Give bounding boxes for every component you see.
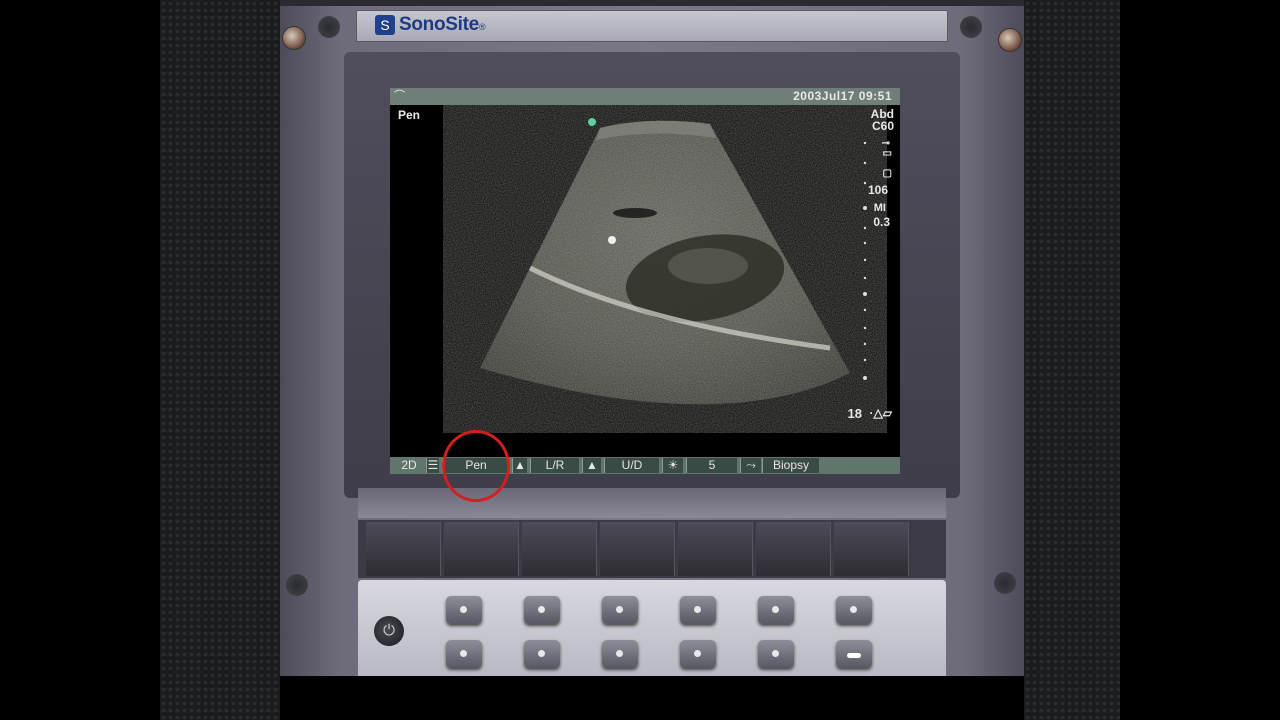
softkey-slot[interactable]	[756, 522, 831, 576]
background-left	[160, 0, 280, 720]
highlight-circle	[442, 430, 510, 502]
background-right	[1024, 0, 1120, 720]
control-key[interactable]	[680, 596, 716, 624]
control-key[interactable]	[758, 596, 794, 624]
softkey-panel	[358, 520, 946, 578]
brand-bar: S SonoSite®	[356, 10, 948, 42]
menu-icon[interactable]: ☰	[426, 458, 439, 473]
ultrasound-image	[480, 118, 867, 405]
probe-icon: ⌒	[394, 90, 405, 102]
control-key[interactable]	[524, 596, 560, 624]
control-key[interactable]	[680, 640, 716, 668]
softkey-brightness[interactable]: 5	[686, 458, 737, 473]
softkey-slot[interactable]	[834, 522, 909, 576]
softkey-slot[interactable]	[444, 522, 519, 576]
control-keypad: ⏻	[358, 580, 946, 676]
control-key[interactable]	[836, 640, 872, 668]
screw-hole-icon	[994, 572, 1016, 594]
screw-hole-icon	[286, 574, 308, 596]
screw-hole-icon	[318, 16, 340, 38]
renal-sinus	[668, 248, 748, 284]
device-top-edge	[280, 0, 1024, 6]
control-key[interactable]	[836, 596, 872, 624]
brightness-icon: ☀	[662, 458, 683, 473]
mode-label: Pen	[398, 108, 421, 122]
sonosite-logo-icon: S	[375, 15, 395, 35]
depth-value: 18	[847, 406, 862, 421]
screw-icon	[998, 28, 1022, 52]
screw-icon	[282, 26, 306, 50]
frame-value: 106	[867, 183, 888, 197]
softkey-ud[interactable]: U/D	[604, 458, 659, 473]
flip-icon: ▲	[512, 458, 527, 473]
control-key[interactable]	[446, 640, 482, 668]
control-key[interactable]	[524, 640, 560, 668]
control-key[interactable]	[446, 596, 482, 624]
power-button[interactable]: ⏻	[374, 616, 404, 646]
control-key[interactable]	[602, 640, 638, 668]
ultrasound-screen: ⌒ 2003Jul17 09:51 Pen Abd C60 ⊸ ▭ ▢ 106 …	[390, 88, 900, 474]
datetime: 2003Jul17 09:51	[793, 89, 892, 103]
softkey-slot[interactable]	[366, 522, 441, 576]
biopsy-icon: ⤳	[740, 458, 761, 473]
battery-icon: ▭	[882, 148, 892, 159]
softkey-lr[interactable]: L/R	[530, 458, 579, 473]
mi-label: MI	[873, 202, 886, 214]
depth-marker-icon: ·△▱	[869, 406, 892, 420]
flip-vertical-icon: ▲	[582, 458, 601, 473]
screw-hole-icon	[960, 16, 982, 38]
vessel-region	[613, 208, 657, 218]
mode-2d-label: 2D	[401, 458, 417, 472]
depth-scale	[863, 141, 867, 380]
cine-icon: ▢	[882, 168, 892, 179]
transducer-type: C60	[871, 119, 894, 133]
brand-name: SonoSite®	[399, 14, 486, 35]
lower-bezel	[358, 488, 946, 518]
control-key[interactable]	[602, 596, 638, 624]
softkey-biopsy[interactable]: Biopsy	[762, 458, 819, 473]
softkey-slot[interactable]	[600, 522, 675, 576]
bright-spot	[608, 236, 616, 244]
softkey-slot[interactable]	[522, 522, 597, 576]
mi-value: 0.3	[873, 215, 890, 229]
orientation-marker-icon	[588, 118, 596, 126]
screen-top-bar: ⌒ 2003Jul17 09:51	[390, 88, 900, 105]
control-key[interactable]	[758, 640, 794, 668]
softkey-slot[interactable]	[678, 522, 753, 576]
